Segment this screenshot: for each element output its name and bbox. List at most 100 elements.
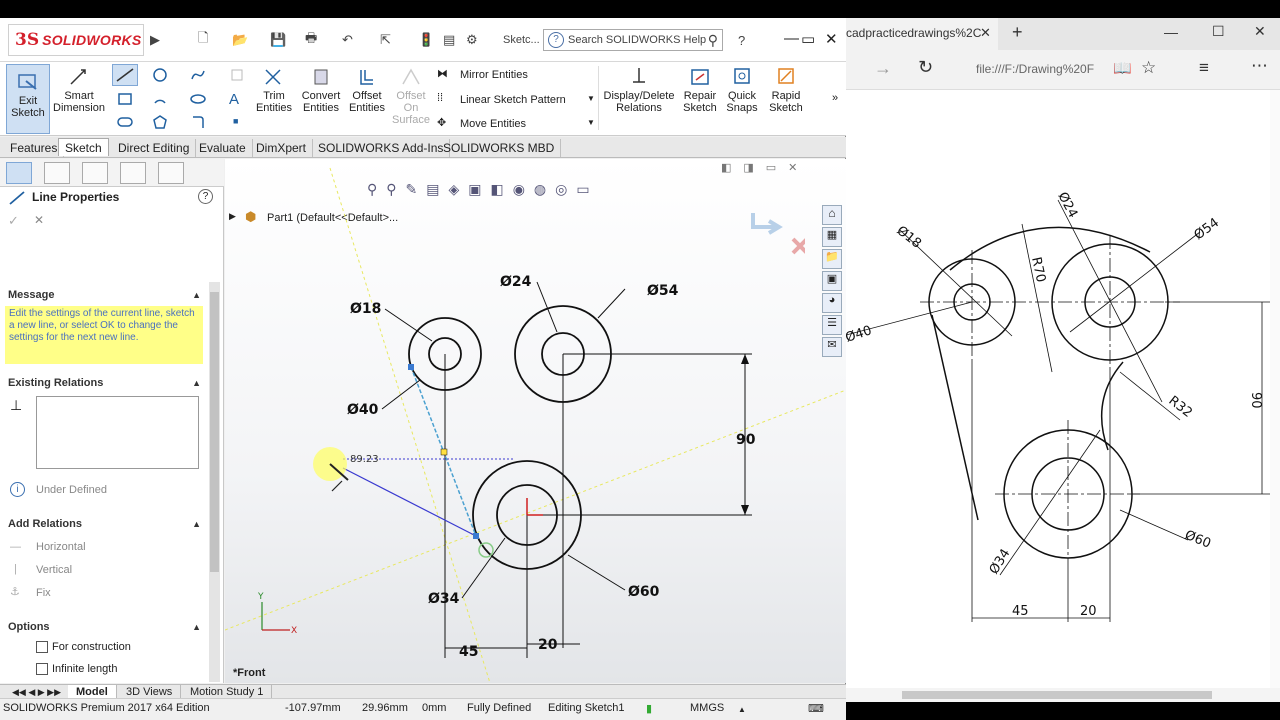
arc-icon[interactable]	[152, 91, 168, 107]
circle-icon[interactable]	[152, 67, 168, 83]
sketch-canvas[interactable]: Ø18 Ø24 Ø54 Ø40 Ø34 Ø60 90 45 20 89.23 Y…	[225, 159, 846, 683]
dim-d24[interactable]: Ø24	[500, 274, 532, 290]
midpoint-handle[interactable]	[440, 448, 448, 456]
open-folder-icon[interactable]: 📂	[232, 31, 248, 49]
favorite-star-icon[interactable]: ☆	[1141, 58, 1156, 78]
options-gear-icon[interactable]: ⚙	[466, 31, 478, 49]
select-pointer-icon[interactable]: ⇱	[380, 31, 391, 49]
construction-line[interactable]	[225, 389, 846, 631]
tab-solidworks-add-ins[interactable]: SOLIDWORKS Add-Ins	[312, 139, 451, 157]
for-construction-checkbox[interactable]	[36, 641, 48, 653]
dim-d18[interactable]: Ø18	[350, 301, 381, 317]
rectangle-icon[interactable]	[117, 91, 133, 107]
add-relations-collapse-icon[interactable]: ▲	[192, 519, 201, 529]
rebuild-status-icon[interactable]: ▮	[646, 702, 652, 715]
smart-dimension-button[interactable]: Smart Dimension	[52, 66, 106, 114]
browser-minimize-button[interactable]: —	[1164, 24, 1178, 40]
browser-horizontal-scrollbar[interactable]	[846, 688, 1280, 702]
hub-menu-icon[interactable]: ≡	[1199, 58, 1209, 78]
convert-entities-button[interactable]: Convert Entities	[298, 66, 344, 114]
reading-view-icon[interactable]: 📖	[1113, 59, 1132, 77]
trim-entities-button[interactable]: Trim Entities	[255, 66, 293, 114]
browser-close-button[interactable]: ✕	[1254, 23, 1266, 40]
minimize-button[interactable]: —	[784, 30, 799, 47]
options-header[interactable]: Options	[8, 621, 50, 633]
message-section-header[interactable]: Message	[8, 289, 54, 301]
text-tool-icon[interactable]: A	[229, 91, 239, 108]
tab-display-manager-icon[interactable]	[158, 162, 184, 184]
browser-maximize-button[interactable]: ☐	[1212, 23, 1225, 40]
tab-configuration-icon[interactable]	[82, 162, 108, 184]
dim-20[interactable]: 20	[538, 637, 558, 653]
linear-sketch-pattern-button[interactable]: Linear Sketch Pattern	[460, 94, 566, 106]
browser-tab[interactable]: cadpracticedrawings%2C ✕	[846, 18, 998, 50]
fillet-icon[interactable]	[190, 114, 206, 130]
mirror-entities-button[interactable]: Mirror Entities	[460, 69, 528, 81]
print-icon[interactable]: 🖶	[305, 30, 317, 49]
cancel-x-icon[interactable]: ✕	[34, 213, 44, 227]
ribbon-overflow-icon[interactable]: »	[832, 92, 838, 104]
endpoint-handle[interactable]	[473, 533, 479, 539]
slot-icon[interactable]	[117, 114, 133, 130]
line-tool-button[interactable]	[112, 64, 138, 86]
address-bar[interactable]: file:///F:/Drawing%20F	[976, 62, 1094, 76]
save-icon[interactable]: 💾	[270, 31, 286, 49]
tab-features[interactable]: Features	[4, 139, 65, 157]
restore-button[interactable]: ▭	[801, 30, 815, 48]
relation-vertical[interactable]: Vertical	[36, 564, 72, 576]
unit-system[interactable]: MMGS	[690, 702, 724, 714]
exit-sketch-button[interactable]: Exit Sketch	[6, 64, 50, 134]
pm-scrollbar[interactable]	[209, 282, 220, 682]
ellipse-icon[interactable]	[190, 91, 206, 107]
dim-d34[interactable]: Ø34	[428, 591, 460, 607]
existing-relations-collapse-icon[interactable]: ▲	[192, 378, 201, 388]
active-line[interactable]	[342, 467, 477, 537]
repair-sketch-button[interactable]: Repair Sketch	[680, 66, 720, 114]
tab-feature-tree-icon[interactable]	[6, 162, 32, 184]
new-document-icon[interactable]: 🗋	[198, 30, 208, 49]
rapid-sketch-button[interactable]: Rapid Sketch	[764, 66, 808, 114]
undo-icon[interactable]: ↶	[342, 31, 353, 49]
spline-icon[interactable]	[190, 67, 206, 83]
relation-fix[interactable]: Fix	[36, 587, 51, 599]
solidworks-logo[interactable]: 3S SOLIDWORKS	[8, 24, 144, 56]
file-properties-icon[interactable]: ▤	[443, 31, 455, 49]
polygon-icon[interactable]	[152, 114, 168, 130]
relation-horizontal[interactable]: Horizontal	[36, 541, 86, 553]
menu-expand-icon[interactable]: ▶	[150, 31, 160, 49]
graphics-area[interactable]: ▶ ⬢ Part1 (Default<<Default>... *Front ⚲…	[225, 159, 846, 683]
dim-d40[interactable]: Ø40	[347, 402, 379, 418]
offset-on-surface-button[interactable]: Offset On Surface	[392, 66, 430, 126]
move-entities-button[interactable]: Move Entities	[460, 118, 526, 130]
tab-dimxpert[interactable]: DimXpert	[250, 139, 314, 157]
pm-help-icon[interactable]: ?	[198, 189, 213, 204]
tab-solidworks-mbd[interactable]: SOLIDWORKS MBD	[437, 139, 562, 157]
help-question-icon[interactable]: ?	[738, 31, 745, 49]
tab-direct-editing[interactable]: Direct Editing	[112, 139, 197, 157]
forward-arrow-icon[interactable]: →	[874, 58, 892, 79]
more-menu-icon[interactable]: ⋯	[1251, 56, 1268, 76]
quick-tips-icon[interactable]: ⌨	[808, 702, 824, 715]
construction-line[interactable]	[329, 167, 491, 683]
offset-entities-button[interactable]: Offset Entities	[346, 66, 388, 114]
quick-snaps-button[interactable]: Quick Snaps	[724, 66, 760, 114]
tab-dimxpert-icon[interactable]	[120, 162, 146, 184]
dim-90[interactable]: 90	[736, 432, 756, 448]
plane-icon[interactable]	[229, 67, 245, 83]
rebuild-icon[interactable]: 🚦	[418, 31, 434, 49]
refresh-icon[interactable]: ↻	[918, 57, 933, 78]
dim-d60[interactable]: Ø60	[628, 584, 660, 600]
message-collapse-icon[interactable]: ▲	[192, 290, 201, 300]
units-dropdown-icon[interactable]: ▲	[738, 705, 746, 714]
close-button[interactable]: ✕	[825, 30, 838, 48]
new-tab-plus-icon[interactable]: +	[1012, 22, 1023, 43]
pm-scrollbar-thumb[interactable]	[210, 292, 219, 572]
search-magnifier-icon[interactable]: ⚲	[708, 32, 718, 49]
tab-sketch[interactable]: Sketch	[58, 138, 109, 156]
endpoint-handle[interactable]	[408, 364, 414, 370]
existing-relations-header[interactable]: Existing Relations	[8, 377, 103, 389]
display-delete-relations-button[interactable]: Display/Delete Relations	[602, 66, 676, 114]
tab-close-icon[interactable]: ✕	[980, 25, 991, 41]
ok-check-icon[interactable]: ✓	[8, 213, 19, 229]
move-dropdown-icon[interactable]: ▼	[587, 118, 595, 127]
